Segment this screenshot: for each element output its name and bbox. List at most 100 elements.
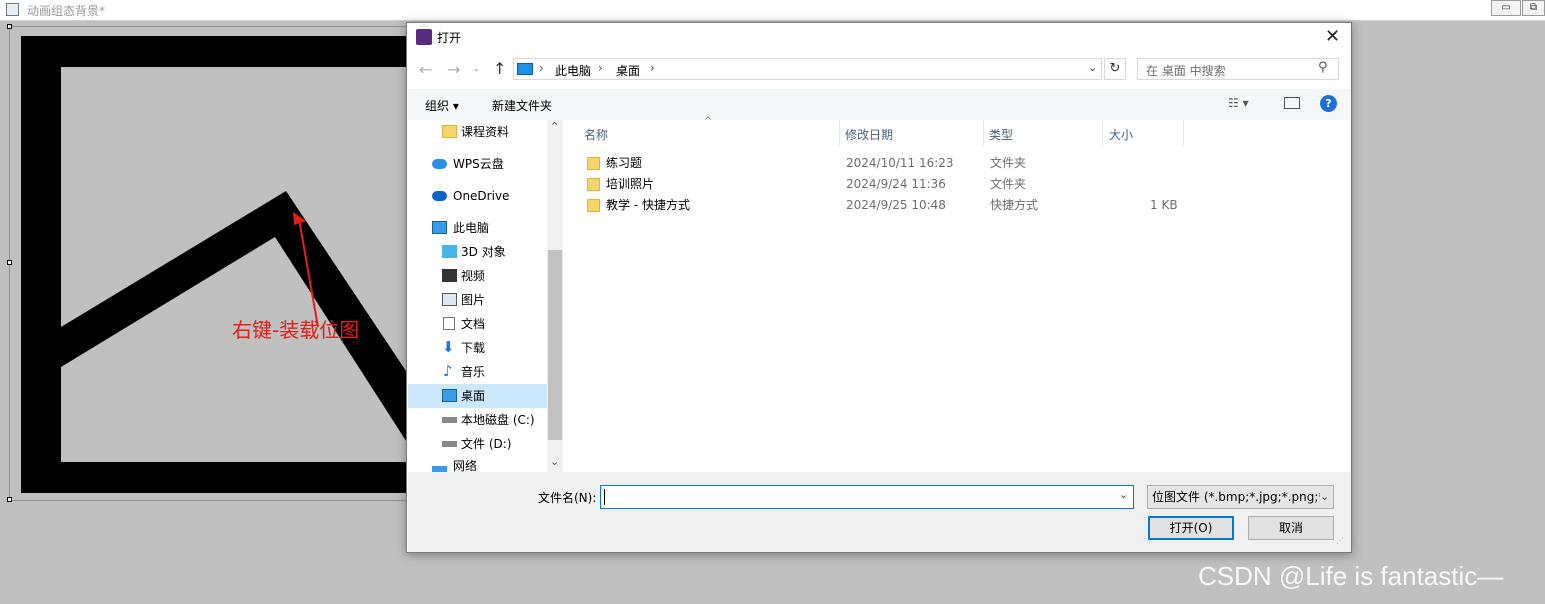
nav-item[interactable]: OneDrive xyxy=(408,184,548,208)
nav-item-label: OneDrive xyxy=(453,189,510,203)
nav-item-label: 课程资料 xyxy=(461,125,510,139)
watermark: CSDN @Life is fantastic— xyxy=(1198,561,1504,591)
file-type: 文件夹 xyxy=(990,177,1027,191)
column-divider[interactable] xyxy=(983,120,984,146)
shortcut-icon xyxy=(587,199,600,212)
forward-arrow-icon[interactable]: → xyxy=(447,60,460,79)
up-arrow-icon[interactable]: ↑ xyxy=(493,59,506,78)
filename-input[interactable]: ⌄ xyxy=(600,485,1134,509)
folder-icon xyxy=(587,157,600,170)
search-input[interactable]: 在 桌面 中搜索 ⚲ xyxy=(1137,58,1339,80)
organize-button[interactable]: 组织 ▾ xyxy=(425,97,459,114)
cloud-icon xyxy=(432,159,447,169)
nav-item-label: 文档 xyxy=(461,317,486,331)
nav-item[interactable]: WPS云盘 xyxy=(408,152,548,176)
folder-icon xyxy=(442,125,457,138)
search-icon: ⚲ xyxy=(1318,60,1328,75)
column-header-name[interactable]: 名称 xyxy=(584,126,608,143)
text-cursor xyxy=(604,489,605,505)
column-header-date[interactable]: 修改日期 xyxy=(845,126,893,143)
file-size: 1 KB xyxy=(1150,198,1178,212)
breadcrumb-this-pc[interactable]: 此电脑 xyxy=(555,62,591,79)
drawing-canvas[interactable] xyxy=(9,26,410,501)
scroll-up-icon[interactable]: ⌃ xyxy=(550,120,559,133)
filter-value: 位图文件 (*.bmp;*.jpg;*.png;* xyxy=(1152,490,1325,504)
view-options-icon[interactable]: ☷ ▾ xyxy=(1228,96,1249,110)
desktop-icon xyxy=(442,389,457,402)
nav-item[interactable]: 3D 对象 xyxy=(408,240,548,264)
address-bar[interactable]: › 此电脑 › 桌面 › ⌄ xyxy=(513,58,1102,80)
search-placeholder: 在 桌面 中搜索 xyxy=(1146,64,1226,78)
chevron-right-icon: › xyxy=(539,61,544,75)
nav-item-label: 此电脑 xyxy=(453,221,490,235)
file-type-filter[interactable]: 位图文件 (*.bmp;*.jpg;*.png;* ⌄ xyxy=(1147,485,1334,509)
nav-item[interactable]: 课程资料 xyxy=(408,120,548,144)
resize-handle[interactable] xyxy=(7,24,12,29)
document-icon xyxy=(443,317,455,330)
nav-item[interactable]: 本地磁盘 (C:) xyxy=(408,408,548,432)
file-name: 培训照片 xyxy=(606,177,655,191)
nav-item-label: 桌面 xyxy=(461,389,486,403)
nav-item-label: 图片 xyxy=(461,293,486,307)
file-row[interactable]: 教学 - 快捷方式 2024/9/25 10:48 快捷方式 1 KB xyxy=(582,195,1182,216)
file-type: 文件夹 xyxy=(990,156,1027,170)
file-row[interactable]: 练习题 2024/10/11 16:23 文件夹 xyxy=(582,153,1182,174)
app-icon xyxy=(6,3,19,16)
computer-icon xyxy=(517,63,533,75)
chevron-down-icon: ⌄ xyxy=(1320,486,1330,508)
resize-handle[interactable] xyxy=(7,260,12,265)
column-divider[interactable] xyxy=(839,120,840,146)
nav-item-label: WPS云盘 xyxy=(453,157,504,171)
nav-item[interactable]: 此电脑 xyxy=(408,216,548,240)
back-arrow-icon[interactable]: ← xyxy=(419,60,432,79)
help-icon[interactable]: ? xyxy=(1320,95,1337,112)
breadcrumb-desktop[interactable]: 桌面 xyxy=(616,62,640,79)
scrollbar-thumb[interactable] xyxy=(548,250,562,440)
drive-icon xyxy=(442,417,457,423)
download-icon: ⬇ xyxy=(442,338,455,356)
chevron-right-icon: › xyxy=(598,61,603,75)
nav-item-label: 3D 对象 xyxy=(461,245,506,259)
column-divider[interactable] xyxy=(1183,120,1184,146)
nav-item[interactable]: 文档 xyxy=(408,312,548,336)
open-button[interactable]: 打开(O) xyxy=(1148,516,1234,540)
file-name: 教学 - 快捷方式 xyxy=(606,198,690,212)
file-row[interactable]: 培训照片 2024/9/24 11:36 文件夹 xyxy=(582,174,1182,195)
nav-item-label: 本地磁盘 (C:) xyxy=(461,413,535,427)
nav-item[interactable]: 视频 xyxy=(408,264,548,288)
column-header-type[interactable]: 类型 xyxy=(989,126,1013,143)
cancel-button[interactable]: 取消 xyxy=(1248,516,1334,540)
nav-item[interactable]: ♪ 音乐 xyxy=(408,360,548,384)
resize-handle[interactable] xyxy=(7,497,12,502)
nav-item[interactable]: 网络 xyxy=(408,460,548,472)
music-icon: ♪ xyxy=(443,362,453,380)
dialog-toolbar: 组织 ▾ 新建文件夹 ☷ ▾ ? xyxy=(408,89,1351,121)
nav-scrollbar[interactable]: ⌃ ⌄ xyxy=(547,120,563,472)
restore-icon[interactable]: ⧉ xyxy=(1522,0,1545,16)
column-header-size[interactable]: 大小 xyxy=(1109,126,1133,143)
file-name: 练习题 xyxy=(606,156,643,170)
resize-grip-icon[interactable]: ⋰ xyxy=(1336,536,1344,545)
picture-icon xyxy=(442,293,457,306)
dialog-footer: 文件名(N): ⌄ 位图文件 (*.bmp;*.jpg;*.png;* ⌄ 打开… xyxy=(408,472,1351,552)
column-divider[interactable] xyxy=(1102,120,1103,146)
new-folder-button[interactable]: 新建文件夹 xyxy=(492,97,552,114)
nav-item[interactable]: 图片 xyxy=(408,288,548,312)
editor-titlebar: 动画组态背景* ▭ ⧉ xyxy=(0,0,1545,21)
scroll-down-icon[interactable]: ⌄ xyxy=(550,455,559,468)
chevron-down-icon[interactable]: ⌄ xyxy=(1119,488,1128,501)
folder-icon xyxy=(587,178,600,191)
recent-locations-icon[interactable]: ⌄ xyxy=(473,64,480,73)
chevron-right-icon: › xyxy=(650,61,655,75)
drive-icon xyxy=(442,441,457,447)
chevron-down-icon[interactable]: ⌄ xyxy=(1088,61,1097,74)
nav-item[interactable]: ⬇ 下载 xyxy=(408,336,548,360)
close-icon[interactable]: ✕ xyxy=(1325,28,1340,46)
minimize-icon[interactable]: ▭ xyxy=(1491,0,1521,16)
preview-pane-icon[interactable] xyxy=(1284,97,1300,109)
nav-item-label: 下载 xyxy=(461,341,486,355)
nav-item[interactable]: 文件 (D:) xyxy=(408,432,548,456)
nav-item-selected[interactable]: 桌面 xyxy=(408,384,553,408)
refresh-icon[interactable]: ↻ xyxy=(1104,58,1126,80)
cloud-icon xyxy=(432,191,447,201)
